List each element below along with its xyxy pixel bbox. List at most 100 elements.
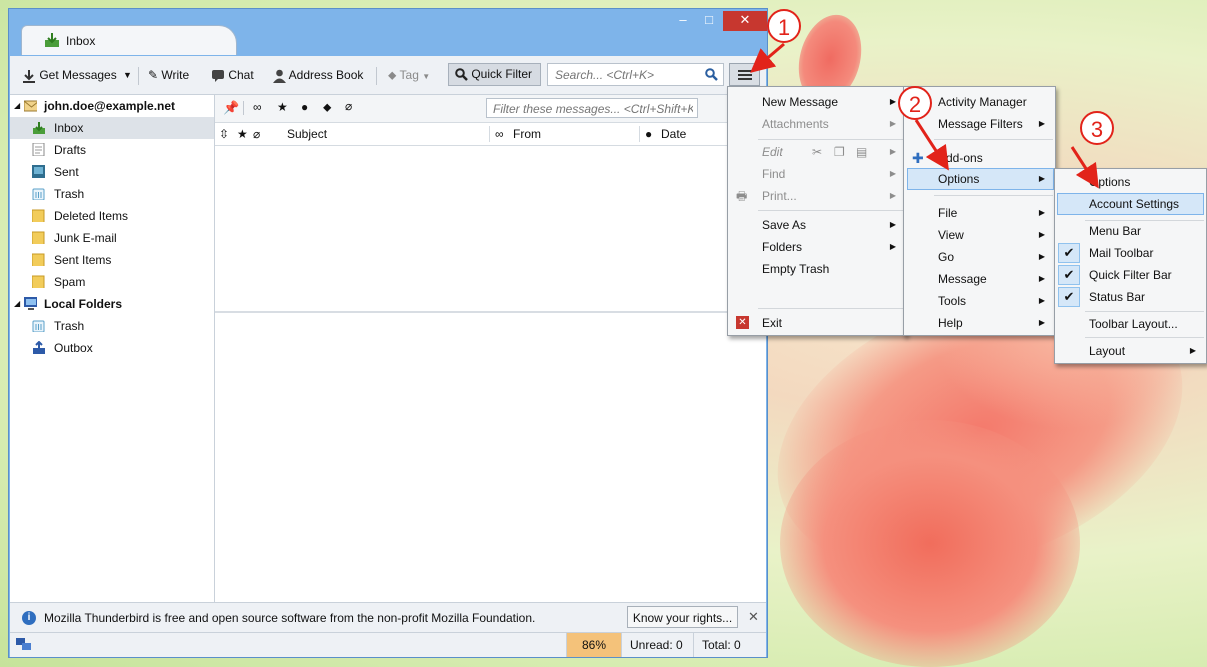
folder-trash[interactable]: Trash	[10, 183, 214, 205]
unread-filter-icon[interactable]: ∞	[253, 100, 262, 114]
menu-account-settings[interactable]: Account Settings	[1055, 193, 1206, 215]
quick-filter-button[interactable]: Quick Filter	[448, 63, 541, 86]
folder-local-trash[interactable]: Trash	[10, 315, 214, 337]
menu-label: Toolbar Layout...	[1089, 317, 1178, 331]
menu-label: Activity Manager	[938, 95, 1027, 109]
close-icon[interactable]: ✕	[748, 609, 759, 625]
app-menu-button[interactable]	[729, 63, 760, 86]
write-button[interactable]: ✎ Write	[148, 63, 189, 87]
pane-splitter[interactable]	[215, 311, 766, 313]
menu-edit: Edit ✂ ❐ ▤ ▶	[728, 141, 906, 163]
tab-label: Inbox	[66, 34, 96, 48]
menu-help[interactable]: Help ▶	[904, 312, 1055, 334]
menu-label: Quick Filter Bar	[1089, 268, 1172, 282]
callout-step-1: 1	[767, 9, 801, 43]
divider	[243, 101, 244, 115]
menu-new-message[interactable]: New Message ▶	[728, 91, 906, 113]
menu-label: Print...	[762, 189, 797, 203]
menu-view[interactable]: View ▶	[904, 224, 1055, 246]
column-date[interactable]: Date	[661, 127, 686, 141]
menu-label: File	[938, 206, 958, 220]
menu-mail-toolbar[interactable]: Mail Toolbar	[1055, 242, 1206, 264]
menu-quick-filter-bar[interactable]: Quick Filter Bar	[1055, 264, 1206, 286]
tag-icon: ⬥	[388, 68, 397, 82]
menu-options-item[interactable]: Options	[1055, 171, 1206, 193]
menu-status-bar[interactable]: Status Bar	[1055, 286, 1206, 308]
menu-file[interactable]: File ▶	[904, 202, 1055, 224]
info-icon: i	[22, 611, 36, 625]
attachment-column-icon[interactable]: ⌀	[253, 127, 260, 141]
close-button[interactable]: ✕	[723, 11, 767, 31]
folder-sent[interactable]: Sent	[10, 161, 214, 183]
get-messages-dropdown[interactable]: ▼	[123, 63, 132, 87]
expand-icon[interactable]: ◢	[14, 293, 20, 315]
address-book-button[interactable]: Address Book	[273, 63, 363, 87]
menu-separator	[1085, 337, 1204, 338]
star-icon[interactable]: ★	[277, 100, 288, 114]
chat-button[interactable]: Chat	[211, 63, 254, 87]
download-icon	[23, 69, 35, 83]
tab-inbox[interactable]: Inbox	[21, 25, 237, 55]
folder-spam[interactable]: Spam	[10, 271, 214, 293]
read-column-icon[interactable]: ∞	[495, 127, 504, 141]
menu-toolbar-layout[interactable]: Toolbar Layout...	[1055, 313, 1206, 335]
menu-go[interactable]: Go ▶	[904, 246, 1055, 268]
folder-deleted-items[interactable]: Deleted Items	[10, 205, 214, 227]
folder-outbox[interactable]: Outbox	[10, 337, 214, 359]
folder-label: Drafts	[54, 143, 87, 157]
menu-folders[interactable]: Folders ▶	[728, 236, 906, 258]
trash-icon	[32, 320, 45, 332]
menu-label: Status Bar	[1089, 290, 1146, 304]
junk-column-icon[interactable]: ●	[645, 127, 652, 141]
folder-local-folders[interactable]: ◢ Local Folders	[10, 293, 214, 315]
online-status-icon[interactable]	[16, 638, 32, 652]
tag-icon[interactable]: ⬥	[323, 100, 331, 115]
filter-input[interactable]	[491, 101, 695, 117]
menu-menu-bar[interactable]: Menu Bar	[1055, 220, 1206, 242]
folder-inbox[interactable]: Inbox	[10, 117, 214, 139]
column-subject[interactable]: Subject	[287, 127, 327, 141]
expand-icon[interactable]: ◢	[14, 95, 20, 117]
cut-icon: ✂	[812, 145, 823, 159]
pin-icon[interactable]: 📌	[223, 100, 239, 116]
quick-filter-bar: 📌 ∞ ★ ● ⬥ ⌀	[215, 95, 766, 123]
menu-exit[interactable]: ✕ Exit	[728, 312, 906, 334]
search-icon[interactable]	[705, 68, 718, 81]
menu-empty-trash[interactable]: Empty Trash	[728, 258, 906, 280]
search-input[interactable]	[553, 67, 707, 83]
get-messages-button[interactable]: Get Messages	[22, 63, 117, 87]
tag-button[interactable]: ⬥ Tag ▼	[388, 63, 430, 87]
contact-filter-icon[interactable]: ●	[301, 100, 308, 114]
folder-account[interactable]: ◢ john.doe@example.net	[10, 95, 214, 117]
filter-field[interactable]	[486, 98, 698, 118]
menu-label: View	[938, 228, 964, 242]
menu-save-as[interactable]: Save As ▶	[728, 214, 906, 236]
menu-message-filters[interactable]: Message Filters ▶	[904, 113, 1055, 135]
menu-separator	[934, 139, 1053, 140]
menu-label: Tools	[938, 294, 967, 308]
menu-label: Menu Bar	[1089, 224, 1142, 238]
search-field[interactable]	[547, 63, 724, 86]
get-messages-label: Get Messages	[39, 68, 117, 82]
menu-label: New Message	[762, 95, 839, 109]
star-column-icon[interactable]: ★	[237, 127, 248, 141]
menu-attachments: Attachments ▶	[728, 113, 906, 135]
column-from[interactable]: From	[513, 127, 541, 141]
maximize-button[interactable]: □	[697, 11, 721, 31]
menu-message[interactable]: Message ▶	[904, 268, 1055, 290]
folder-sent-items[interactable]: Sent Items	[10, 249, 214, 271]
know-your-rights-button[interactable]: Know your rights...	[627, 606, 738, 628]
menu-addons[interactable]: ✚ Add-ons	[904, 147, 1055, 169]
contact-icon	[273, 69, 286, 83]
menu-layout[interactable]: Layout ▶	[1055, 340, 1206, 362]
menu-options[interactable]: Options ▶	[904, 168, 1055, 190]
minimize-button[interactable]: –	[671, 11, 695, 31]
drafts-icon	[32, 143, 45, 156]
thread-column-icon[interactable]: ⇳	[219, 127, 229, 141]
menu-tools[interactable]: Tools ▶	[904, 290, 1055, 312]
folder-drafts[interactable]: Drafts	[10, 139, 214, 161]
menu-label: Exit	[762, 316, 783, 330]
folder-icon	[32, 231, 45, 244]
folder-junk-email[interactable]: Junk E-mail	[10, 227, 214, 249]
attachment-icon[interactable]: ⌀	[345, 99, 352, 113]
